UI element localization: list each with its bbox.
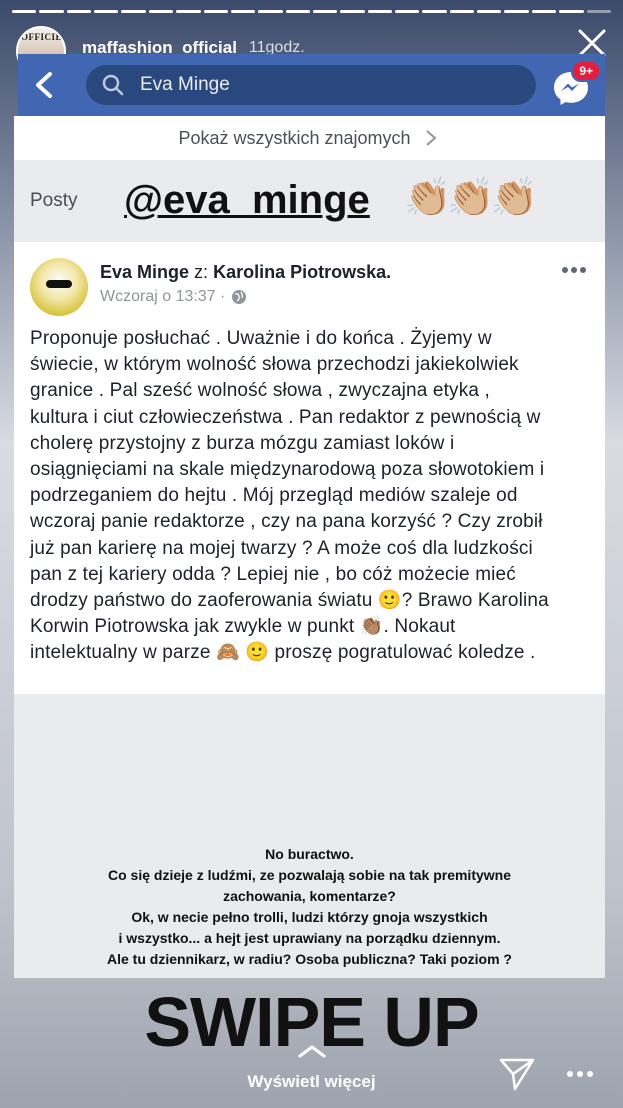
- progress-segment: [449, 10, 475, 13]
- send-icon[interactable]: [498, 1056, 536, 1092]
- facebook-post: Eva Minge z: Karolina Piotrowska. Wczora…: [14, 242, 605, 694]
- caption-line: Ok, w necie pełno trolli, ludzi którzy g…: [131, 909, 488, 925]
- progress-segment: [422, 10, 447, 13]
- chevron-right-icon: [425, 130, 437, 146]
- post-line: granice . Pal sześć wolność słowa , zwyc…: [30, 380, 490, 402]
- post-author[interactable]: Eva Minge: [100, 262, 189, 282]
- tagged-user[interactable]: Karolina Piotrowska.: [213, 262, 391, 282]
- caption-line: i wszystko... a hejt jest uprawiany na p…: [118, 930, 501, 946]
- back-chevron-icon[interactable]: [30, 70, 60, 100]
- progress-segment: [176, 10, 201, 13]
- post-author-line: Eva Minge z: Karolina Piotrowska.: [100, 262, 391, 283]
- caption-line: No buractwo.: [265, 846, 354, 862]
- progress-segment: [477, 10, 502, 13]
- mention-sticker[interactable]: @eva_minge: [124, 178, 370, 223]
- more-dots-icon[interactable]: [561, 266, 587, 274]
- search-input[interactable]: Eva Minge: [86, 65, 536, 105]
- post-line: osiągnięciami na skale międzynarodową po…: [30, 459, 545, 481]
- with-prefix: z:: [194, 262, 209, 282]
- post-line: pan z tej kariery odda ? Lepiej nie , bo…: [30, 563, 516, 585]
- progress-segment: [121, 10, 146, 13]
- progress-segment: [230, 10, 256, 13]
- progress-segment: [531, 10, 557, 13]
- post-line: drodzy państwo do zaoferowania światu 🙂?…: [30, 590, 549, 612]
- more-options-icon[interactable]: [566, 1070, 594, 1078]
- post-line: intelektualny w parze 🙈 🙂 proszę pogratu…: [30, 642, 536, 664]
- post-meta: Wczoraj o 13:37 ·: [100, 288, 247, 306]
- progress-segment: [39, 10, 64, 13]
- show-all-label: Pokaż wszystkich znajomych: [178, 127, 411, 148]
- caption-line: zachowania, komentarze?: [223, 888, 396, 904]
- progress-segment: [258, 10, 283, 13]
- progress-segment: [203, 10, 228, 13]
- caption-line: Ale tu dziennikarz, w radiu? Osoba publi…: [106, 951, 512, 967]
- post-line: świecie, w którym wolność słowa przechod…: [30, 354, 519, 376]
- post-line: Proponuje posłuchać . Uważnie i do końca…: [30, 328, 492, 349]
- post-line: podrzeganiem do hejtu . Mój przegląd med…: [30, 485, 518, 507]
- progress-segment: [340, 10, 365, 13]
- story-progress-bar: [12, 10, 611, 13]
- progress-segment: [586, 10, 611, 13]
- progress-segment: [395, 10, 420, 13]
- progress-segment: [94, 10, 119, 13]
- post-line: wczoraj panie redaktorze , czy na pana k…: [30, 511, 543, 533]
- post-line: już pan karierę na mojej twarzy ? A może…: [30, 537, 533, 559]
- progress-segment: [312, 10, 338, 13]
- post-body: Proponuje posłuchać . Uważnie i do końca…: [30, 326, 589, 667]
- story-caption-area: No buractwo. Co się dzieje z ludźmi, ze p…: [14, 694, 605, 978]
- clapping-hands-emoji: 👏🏼👏🏼👏🏼: [404, 177, 538, 219]
- progress-segment: [504, 10, 529, 13]
- avatar-logo-text: OFFICIEL: [21, 32, 66, 42]
- caption-line: Co się dzieje z ludźmi, ze pozwalają sob…: [108, 867, 511, 883]
- author-avatar[interactable]: [30, 258, 88, 316]
- posts-section-header: Posty @eva_minge 👏🏼👏🏼👏🏼: [14, 160, 605, 242]
- progress-segment: [285, 10, 310, 13]
- progress-segment: [148, 10, 174, 13]
- show-all-friends-link[interactable]: Pokaż wszystkich znajomych: [14, 116, 605, 160]
- progress-segment: [559, 10, 584, 13]
- post-timestamp[interactable]: Wczoraj o 13:37 ·: [100, 288, 225, 306]
- search-value: Eva Minge: [140, 74, 230, 95]
- progress-segment: [367, 10, 393, 13]
- notification-badge: 9+: [571, 60, 601, 82]
- post-line: Korwin Piotrowska jak zwykle w punkt 👏🏽.…: [30, 616, 456, 638]
- search-icon: [102, 74, 124, 96]
- globe-icon: [232, 290, 247, 304]
- facebook-search-bar: Eva Minge 9+: [18, 54, 605, 116]
- post-line: cholerę przystojny z burza mózgu zamiast…: [30, 432, 455, 454]
- story-caption: No buractwo. Co się dzieje z ludźmi, ze p…: [44, 844, 575, 970]
- swipe-up-chevron-icon[interactable]: [298, 1044, 326, 1058]
- progress-segment: [12, 10, 37, 13]
- progress-segment: [66, 10, 92, 13]
- post-line: kultura i ciut człowieczeństwa . Pan red…: [30, 406, 541, 428]
- posts-label: Posty: [30, 190, 78, 211]
